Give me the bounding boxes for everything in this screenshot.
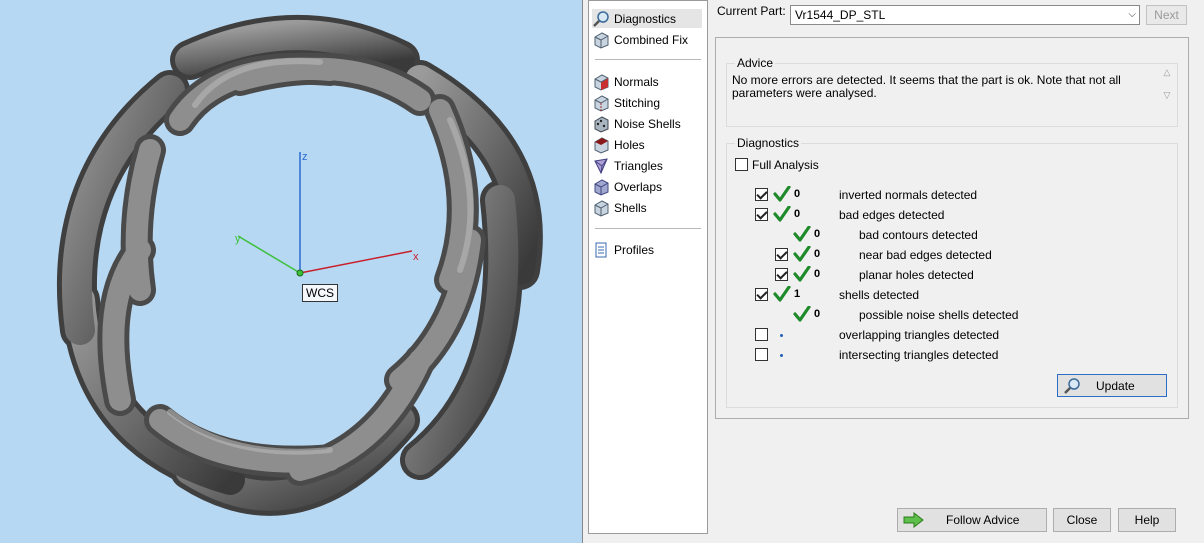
nav-item-stitching[interactable]: Stitching [592, 93, 702, 112]
check-icon [793, 225, 811, 242]
nav-item-shells[interactable]: Shells [592, 198, 702, 217]
cube-icon [592, 199, 610, 217]
triangle-icon [592, 157, 610, 175]
diagnostic-label: bad contours detected [859, 228, 978, 242]
cube-stitch-icon [592, 94, 610, 112]
x-axis-label: x [413, 251, 419, 263]
diagnostic-checkbox[interactable] [755, 208, 768, 221]
follow-advice-button[interactable]: Follow Advice [897, 508, 1047, 532]
z-axis-label: z [302, 151, 308, 163]
nav-label: Noise Shells [614, 116, 681, 131]
diagnostics-group: Diagnostics Full Analysis 0 inverted norm… [726, 136, 1178, 408]
update-button[interactable]: Update [1057, 374, 1167, 397]
diagnostic-count: 0 [794, 188, 801, 200]
document-icon [592, 241, 610, 259]
diagnostic-label: shells detected [839, 288, 920, 302]
advice-title: Advice [735, 56, 776, 70]
advice-scrollbar[interactable]: △ ▽ [1159, 67, 1175, 109]
check-icon [773, 205, 791, 222]
scroll-up-icon: △ [1163, 67, 1171, 77]
diagnostic-label: planar holes detected [859, 268, 974, 282]
nav-label: Diagnostics [614, 11, 677, 26]
check-icon [773, 285, 791, 302]
diagnostic-count: 0 [814, 228, 821, 240]
diagnostics-panel: Advice No more errors are detected. It s… [715, 37, 1189, 419]
follow-advice-label: Follow Advice [946, 513, 1020, 527]
diagnostic-checkbox[interactable] [775, 268, 788, 281]
nav-divider [595, 228, 701, 229]
diagnostic-checkbox[interactable] [755, 188, 768, 201]
cube-noise-icon [592, 115, 610, 133]
update-label: Update [1096, 378, 1135, 393]
check-icon [773, 185, 791, 202]
help-button[interactable]: Help [1118, 508, 1176, 532]
nav-item-overlaps[interactable]: Overlaps [592, 177, 702, 196]
diagnostic-count: 0 [794, 208, 801, 220]
check-icon [793, 305, 811, 322]
diagnostic-count: 0 [814, 308, 821, 320]
diagnostic-checkbox[interactable] [755, 348, 768, 361]
close-button[interactable]: Close [1053, 508, 1111, 532]
diagnostic-checkbox[interactable] [755, 328, 768, 341]
arrow-right-icon [902, 511, 926, 529]
nav-label: Stitching [614, 95, 661, 110]
advice-text: No more errors are detected. It seems th… [732, 73, 1121, 100]
nav-item-holes[interactable]: Holes [592, 135, 702, 154]
magnifier-icon [1062, 377, 1082, 395]
nav-label: Combined Fix [614, 32, 689, 47]
nav-label: Overlaps [614, 179, 663, 194]
nav-label: Holes [614, 137, 645, 152]
nav-item-combined-fix[interactable]: Combined Fix [592, 30, 702, 49]
check-icon [793, 245, 811, 262]
nav-item-triangles[interactable]: Triangles [592, 156, 702, 175]
advice-group: Advice No more errors are detected. It s… [726, 56, 1178, 127]
magnifier-icon [592, 10, 610, 28]
current-part-label: Current Part: [717, 4, 786, 18]
nav-item-diagnostics[interactable]: Diagnostics [592, 9, 702, 28]
diagnostic-label: inverted normals detected [839, 188, 978, 202]
y-axis [237, 235, 301, 274]
nav-item-noise-shells[interactable]: Noise Shells [592, 114, 702, 133]
diagnostic-count: 1 [794, 288, 801, 300]
not-analysed-dot-icon [780, 354, 783, 357]
nav-item-normals[interactable]: Normals [592, 72, 702, 91]
y-axis-label: y [235, 233, 241, 245]
wcs-label: WCS [302, 284, 338, 302]
nav-label: Normals [614, 74, 659, 89]
full-analysis-checkbox[interactable] [735, 158, 748, 171]
diagnostic-label: near bad edges detected [859, 248, 992, 262]
current-part-select[interactable]: Vr1544_DP_STL ⌵ [790, 5, 1140, 25]
cube-hole-icon [592, 136, 610, 154]
nav-divider [595, 59, 701, 60]
nav-label: Shells [614, 200, 647, 215]
diagnostic-label: possible noise shells detected [859, 308, 1019, 322]
diagnostic-label: intersecting triangles detected [839, 348, 999, 362]
diagnostics-title: Diagnostics [735, 136, 802, 150]
current-part-value: Vr1544_DP_STL [795, 8, 886, 22]
check-icon [793, 265, 811, 282]
cube-red-face-icon [592, 73, 610, 91]
diagnostic-count: 0 [814, 268, 821, 280]
chevron-down-icon: ⌵ [1128, 9, 1136, 20]
x-axis [299, 250, 413, 274]
diagnostic-label: bad edges detected [839, 208, 945, 222]
chain-ring-model [56, 15, 543, 516]
nav-label: Triangles [614, 158, 663, 173]
next-button[interactable]: Next [1146, 5, 1187, 25]
diagnostics-dialog: Diagnostics Combined Fix Normals Stitchi… [582, 0, 1204, 543]
diagnostic-checkbox[interactable] [755, 288, 768, 301]
not-analysed-dot-icon [780, 334, 783, 337]
diagnostic-label: overlapping triangles detected [839, 328, 1000, 342]
diagnostic-count: 0 [814, 248, 821, 260]
full-analysis-label: Full Analysis [752, 158, 819, 172]
nav-label: Profiles [614, 242, 655, 257]
diagnostic-checkbox[interactable] [775, 248, 788, 261]
nav-item-profiles[interactable]: Profiles [592, 240, 702, 259]
3d-viewport[interactable]: z x y WCS [0, 0, 582, 543]
scroll-down-icon: ▽ [1163, 90, 1171, 100]
overlap-icon [592, 178, 610, 196]
cube-icon [592, 31, 610, 49]
tool-nav: Diagnostics Combined Fix Normals Stitchi… [588, 0, 708, 534]
